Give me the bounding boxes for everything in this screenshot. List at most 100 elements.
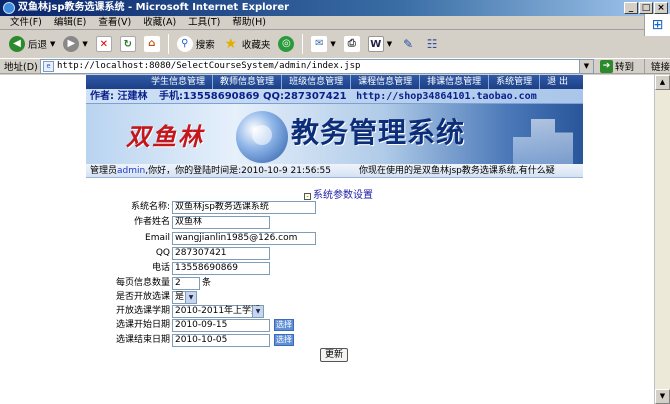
stop-icon: ✕: [95, 36, 112, 52]
chevron-down-icon[interactable]: ▼: [82, 40, 87, 48]
star-icon: ★: [224, 36, 238, 52]
banner-url: http://shop34864101.taobao.com: [356, 91, 537, 102]
home-icon: ⌂: [143, 36, 160, 52]
section-title: - 系统参数设置: [304, 186, 373, 201]
back-button[interactable]: ◀ 后退 ▼: [6, 33, 58, 55]
author-name-label: 作者姓名: [133, 217, 170, 227]
banner-contact: 作者: 汪建林 手机:13558690869 QQ:287307421 http…: [86, 89, 583, 104]
media-button[interactable]: ◎: [275, 33, 297, 55]
print-button[interactable]: ⎙: [341, 33, 363, 55]
nav-logout[interactable]: 退 出: [539, 75, 575, 89]
page-size-input[interactable]: 2: [172, 277, 200, 290]
search-button[interactable]: ⚲ 搜索: [174, 33, 218, 55]
update-button[interactable]: 更新: [320, 348, 349, 362]
scroll-down-icon[interactable]: ▼: [655, 389, 670, 404]
qq-label: QQ: [155, 248, 170, 258]
address-dropdown[interactable]: ▼: [579, 58, 594, 74]
links-button[interactable]: 链接: [643, 59, 670, 73]
nav-class[interactable]: 班级信息管理: [281, 75, 350, 89]
start-date-label: 选课开始日期: [115, 320, 170, 330]
chevron-down-icon[interactable]: ▼: [185, 292, 196, 303]
nav-teacher[interactable]: 教师信息管理: [212, 75, 281, 89]
qq-input[interactable]: 287307421: [172, 247, 270, 260]
menu-edit[interactable]: 编辑(E): [48, 16, 92, 29]
mail-button[interactable]: ✉ ▼: [308, 33, 338, 55]
form-row-qq: QQ 287307421: [86, 247, 583, 260]
back-arrow-icon: ◀: [9, 36, 25, 52]
open-select-value: 是: [175, 292, 185, 302]
system-name-label: 系统名称:: [130, 202, 170, 212]
admin-page: 学生信息管理 教师信息管理 班级信息管理 课程信息管理 排课信息管理 系统管理 …: [86, 75, 583, 404]
status-welcome: 你现在使用的是双鱼林jsp教务选课系统,有什么疑: [358, 166, 555, 176]
home-button[interactable]: ⌂: [141, 33, 163, 55]
form-row-start-date: 选课开始日期 2010-09-15 选择: [86, 319, 583, 332]
page-size-label: 每页信息数量: [115, 278, 170, 288]
term-dropdown[interactable]: 2010-2011年上学期 ▼: [172, 305, 264, 318]
start-date-input[interactable]: 2010-09-15: [172, 319, 270, 332]
menu-favorites[interactable]: 收藏(A): [137, 16, 182, 29]
back-label: 后退: [28, 40, 48, 51]
menu-help[interactable]: 帮助(H): [226, 16, 272, 29]
minimize-button[interactable]: _: [624, 2, 638, 14]
scroll-up-icon[interactable]: ▲: [655, 75, 670, 90]
chevron-down-icon[interactable]: ▼: [252, 306, 263, 317]
forward-button[interactable]: ▶ ▼: [60, 33, 90, 55]
address-url: http://localhost:8080/SelectCourseSystem…: [57, 60, 361, 71]
email-input[interactable]: wangjianlin1985@126.com: [172, 232, 316, 245]
research-button[interactable]: ☷: [421, 33, 443, 55]
edit-button[interactable]: W ▼: [365, 33, 395, 55]
status-login-time: ,你好，你的登陆时间是:2010-10-9 21:56:55: [145, 166, 331, 176]
banner-qq: QQ:287307421: [263, 91, 347, 102]
toolbar-divider: [302, 34, 304, 54]
favorites-button[interactable]: ★ 收藏夹: [220, 33, 274, 55]
menu-tools[interactable]: 工具(T): [182, 16, 226, 29]
end-date-input[interactable]: 2010-10-05: [172, 334, 270, 347]
address-bar: 地址(D) e http://localhost:8080/SelectCour…: [0, 58, 670, 74]
chevron-down-icon[interactable]: ▼: [50, 40, 55, 48]
open-select-dropdown[interactable]: 是 ▼: [172, 291, 197, 304]
messenger-button[interactable]: ✎: [397, 33, 419, 55]
nav-schedule[interactable]: 排课信息管理: [419, 75, 488, 89]
menu-view[interactable]: 查看(V): [92, 16, 137, 29]
form-row-open-select: 是否开放选课 是 ▼: [86, 291, 583, 304]
nav-student[interactable]: 学生信息管理: [144, 75, 212, 89]
start-date-pick-button[interactable]: 选择: [274, 319, 294, 331]
address-input[interactable]: e http://localhost:8080/SelectCourseSyst…: [40, 58, 580, 74]
author-name-input[interactable]: 双鱼林: [172, 216, 270, 229]
end-date-pick-button[interactable]: 选择: [274, 334, 294, 346]
top-nav: 学生信息管理 教师信息管理 班级信息管理 课程信息管理 排课信息管理 系统管理 …: [86, 75, 583, 89]
page-size-unit: 条: [202, 278, 212, 288]
phone-input[interactable]: 13558690869: [172, 262, 270, 275]
edit-icon: W: [367, 36, 384, 52]
stop-button[interactable]: ✕: [93, 33, 115, 55]
chevron-down-icon[interactable]: ▼: [330, 40, 335, 48]
open-select-label: 是否开放选课: [115, 292, 170, 302]
media-icon: ◎: [278, 36, 295, 52]
collapse-icon[interactable]: -: [304, 193, 311, 200]
form-row-system-name: 系统名称: 双鱼林jsp教务选课系统: [86, 201, 583, 214]
refresh-button[interactable]: ↻: [117, 33, 139, 55]
go-button[interactable]: ➔ 转到: [599, 59, 634, 73]
toolbar-divider: [167, 34, 169, 54]
chevron-down-icon[interactable]: ▼: [387, 40, 392, 48]
form-row-term: 开放选课学期 2010-2011年上学期 ▼: [86, 305, 583, 318]
form-row-page-size: 每页信息数量 2 条: [86, 277, 583, 290]
menu-file[interactable]: 文件(F): [4, 16, 48, 29]
nav-system[interactable]: 系统管理: [488, 75, 539, 89]
messenger-icon: ✎: [403, 37, 414, 51]
window-title: 双鱼林jsp教务选课系统 - Microsoft Internet Explor…: [18, 2, 290, 13]
form-row-end-date: 选课结束日期 2010-10-05 选择: [86, 334, 583, 347]
go-label: 转到: [614, 62, 634, 73]
banner-title: 教务管理系统: [291, 116, 466, 149]
banner-brand: 双鱼林: [126, 122, 204, 151]
system-name-input[interactable]: 双鱼林jsp教务选课系统: [172, 201, 316, 214]
close-button[interactable]: ×: [654, 2, 668, 14]
maximize-button[interactable]: □: [639, 2, 653, 14]
address-label: 地址(D): [4, 62, 38, 73]
nav-course[interactable]: 课程信息管理: [350, 75, 419, 89]
banner-author: 作者: 汪建林: [90, 91, 148, 102]
forward-arrow-icon: ▶: [63, 36, 80, 52]
header-banner: 作者: 汪建林 手机:13558690869 QQ:287307421 http…: [86, 89, 583, 164]
status-user: admin: [117, 166, 146, 176]
vertical-scrollbar[interactable]: ▲ ▼: [654, 75, 670, 404]
